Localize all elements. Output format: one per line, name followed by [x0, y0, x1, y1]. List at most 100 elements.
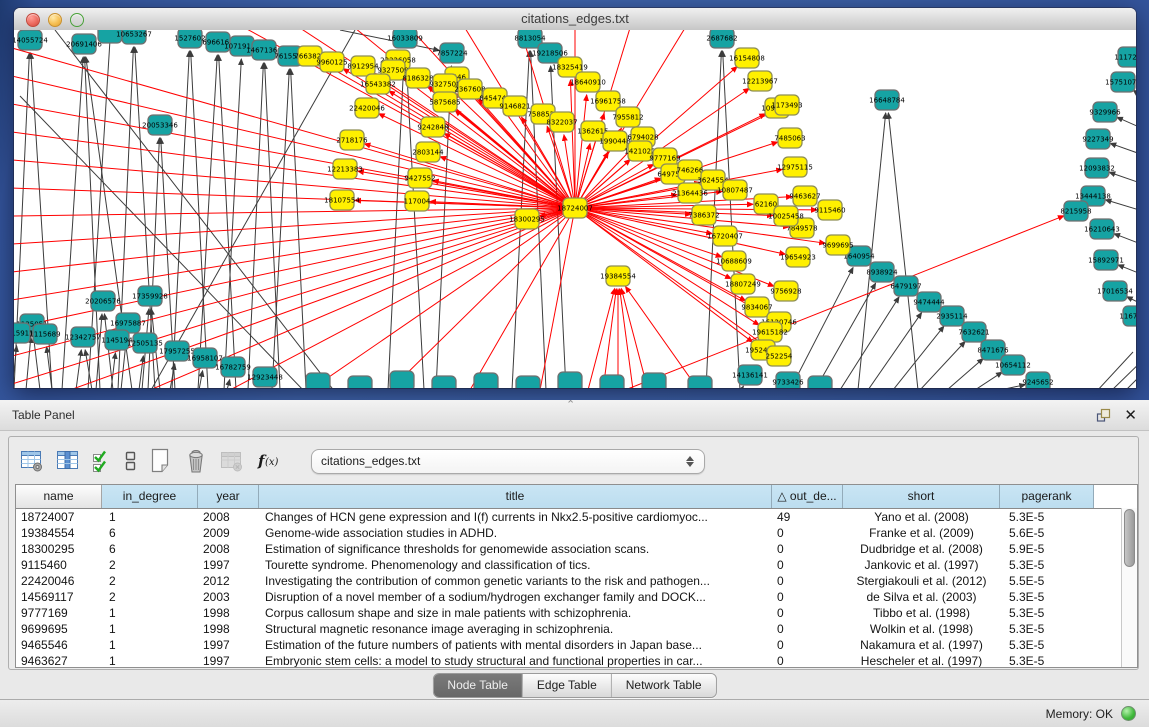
- rows-icon[interactable]: [123, 448, 137, 474]
- graph-node-label: 17359928: [132, 293, 168, 301]
- desktop-background: citations_edges.txt 14055724206914061065…: [0, 0, 1149, 400]
- table-row[interactable]: 1456911722003Disruption of a novel membe…: [16, 589, 1137, 605]
- graph-node-label: 21364436: [672, 190, 708, 198]
- column-header-year[interactable]: year: [198, 485, 259, 508]
- create-table-icon[interactable]: [147, 447, 173, 475]
- graph-node-label: 9227349: [1082, 136, 1113, 144]
- graph-node[interactable]: [516, 376, 540, 388]
- graph-node-label: 12923448: [247, 374, 283, 382]
- cell-short: Yano et al. (2008): [843, 509, 1000, 525]
- memory-indicator-icon[interactable]: [1121, 706, 1136, 721]
- column-header-name[interactable]: name: [16, 485, 102, 508]
- float-panel-icon[interactable]: [1096, 408, 1111, 423]
- table-body: 1872400712008Changes of HCN gene express…: [16, 509, 1137, 668]
- cell-title: Genome-wide association studies in ADHD.: [259, 525, 772, 541]
- graph-node[interactable]: [474, 373, 498, 388]
- dropdown-stepper-icon: [686, 450, 694, 473]
- cell-short: Dudbridge et al. (2008): [843, 541, 1000, 557]
- graph-node[interactable]: [600, 375, 624, 388]
- import-table-icon[interactable]: [219, 448, 245, 474]
- table-row[interactable]: 1830029562008Estimation of significance …: [16, 541, 1137, 557]
- graph-node-label: 10653267: [116, 31, 152, 39]
- table-panel-header[interactable]: ⌃ Table Panel ✕: [0, 400, 1149, 431]
- cell-out_de: 0: [772, 589, 843, 605]
- table-row[interactable]: 911546021997Tourette syndrome. Phenomeno…: [16, 557, 1137, 573]
- graph-node-label: 22420046: [349, 105, 385, 113]
- cell-out_de: 0: [772, 573, 843, 589]
- cell-name: 9465546: [16, 637, 102, 653]
- cell-short: de Silva et al. (2003): [843, 589, 1000, 605]
- column-header-in_degree[interactable]: in_degree: [102, 485, 198, 508]
- cell-in_degree: 6: [102, 525, 198, 541]
- graph-node-label: 1990448: [599, 138, 630, 146]
- table-row[interactable]: 977716911998Corpus callosum shape and si…: [16, 605, 1137, 621]
- graph-node[interactable]: [432, 376, 456, 388]
- column-header-pagerank[interactable]: pagerank: [1000, 485, 1094, 508]
- graph-node[interactable]: [348, 376, 372, 388]
- graph-node-label: 1115689: [29, 331, 60, 339]
- cell-title: Corpus callosum shape and size in male p…: [259, 605, 772, 621]
- graph-node-label: 7386372: [688, 212, 719, 220]
- graph-node[interactable]: [558, 372, 582, 388]
- graph-node-label: 18325419: [552, 64, 588, 72]
- tab-node-table[interactable]: Node Table: [433, 674, 522, 697]
- panel-resize-grip-icon[interactable]: ⌃: [566, 398, 575, 411]
- graph-node-label: 9329966: [1089, 109, 1121, 117]
- panel-title: Table Panel: [12, 400, 75, 430]
- graph-node[interactable]: [390, 371, 414, 388]
- graph-node[interactable]: [688, 376, 712, 388]
- table-row[interactable]: 969969511998Structural magnetic resonanc…: [16, 621, 1137, 637]
- cell-in_degree: 6: [102, 541, 198, 557]
- memory-status-label: Memory: OK: [1046, 707, 1113, 721]
- cell-year: 2003: [198, 589, 259, 605]
- graph-node[interactable]: [306, 373, 330, 388]
- table-row[interactable]: 1938455462009Genome-wide association stu…: [16, 525, 1137, 541]
- delete-table-icon[interactable]: [183, 447, 209, 475]
- graph-node-label: 18107554: [324, 197, 360, 205]
- table-scrollbar[interactable]: [1121, 508, 1138, 667]
- table-mode-icon[interactable]: [19, 448, 45, 474]
- column-header-title[interactable]: title: [259, 485, 772, 508]
- graph-node-label: 6479197: [890, 283, 921, 291]
- graph-node-label: 9245652: [1022, 379, 1053, 387]
- graph-node-label: 9146821: [499, 103, 530, 111]
- table-panel: ⌃ Table Panel ✕: [0, 400, 1149, 727]
- cell-in_degree: 2: [102, 557, 198, 573]
- graph-node-label: 17016534: [1097, 288, 1133, 296]
- cell-name: 14569117: [16, 589, 102, 605]
- cell-year: 2008: [198, 509, 259, 525]
- cell-year: 1997: [198, 653, 259, 668]
- graph-node-label: 7955812: [612, 114, 643, 122]
- table-row[interactable]: 1872400712008Changes of HCN gene express…: [16, 509, 1137, 525]
- cell-short: Franke et al. (2009): [843, 525, 1000, 541]
- table-row[interactable]: 2242004622012Investigating the contribut…: [16, 573, 1137, 589]
- graph-node-label: 9756928: [770, 288, 801, 296]
- tab-edge-table[interactable]: Edge Table: [522, 674, 611, 697]
- cell-title: Disruption of a novel member of a sodium…: [259, 589, 772, 605]
- graph-node-label: 18807249: [725, 281, 761, 289]
- column-header-short[interactable]: short: [843, 485, 1000, 508]
- close-panel-icon[interactable]: ✕: [1124, 408, 1137, 423]
- tab-network-table[interactable]: Network Table: [611, 674, 716, 697]
- network-view[interactable]: 1405572420691406106532671527602696616010…: [14, 30, 1136, 388]
- function-builder-icon[interactable]: f (x): [255, 448, 285, 474]
- table-row[interactable]: 946362711997Embryonic stem cells: a mode…: [16, 653, 1137, 668]
- table-selector-dropdown[interactable]: citations_edges.txt: [311, 449, 705, 474]
- graph-node-label: 16961758: [590, 98, 626, 106]
- network-window-titlebar[interactable]: citations_edges.txt: [14, 8, 1136, 31]
- show-columns-icon[interactable]: [55, 448, 81, 474]
- graph-node-label: 15892971: [1088, 257, 1124, 265]
- graph-node-label: 15751074: [1105, 79, 1136, 87]
- select-all-icon[interactable]: [91, 448, 113, 474]
- graph-node[interactable]: [642, 373, 666, 388]
- network-window: citations_edges.txt 14055724206914061065…: [14, 8, 1136, 388]
- column-header-out_de[interactable]: △ out_de...: [772, 485, 843, 508]
- graph-node[interactable]: [808, 376, 832, 388]
- table-row[interactable]: 946554611997Estimation of the future num…: [16, 637, 1137, 653]
- graph-node-label: 117004: [404, 198, 431, 206]
- graph-node-label: 9427552: [404, 175, 435, 183]
- scrollbar-thumb[interactable]: [1124, 509, 1135, 567]
- cell-name: 18724007: [16, 509, 102, 525]
- graph-node-label: 9115460: [814, 207, 845, 215]
- graph-node-label: 16720407: [707, 233, 743, 241]
